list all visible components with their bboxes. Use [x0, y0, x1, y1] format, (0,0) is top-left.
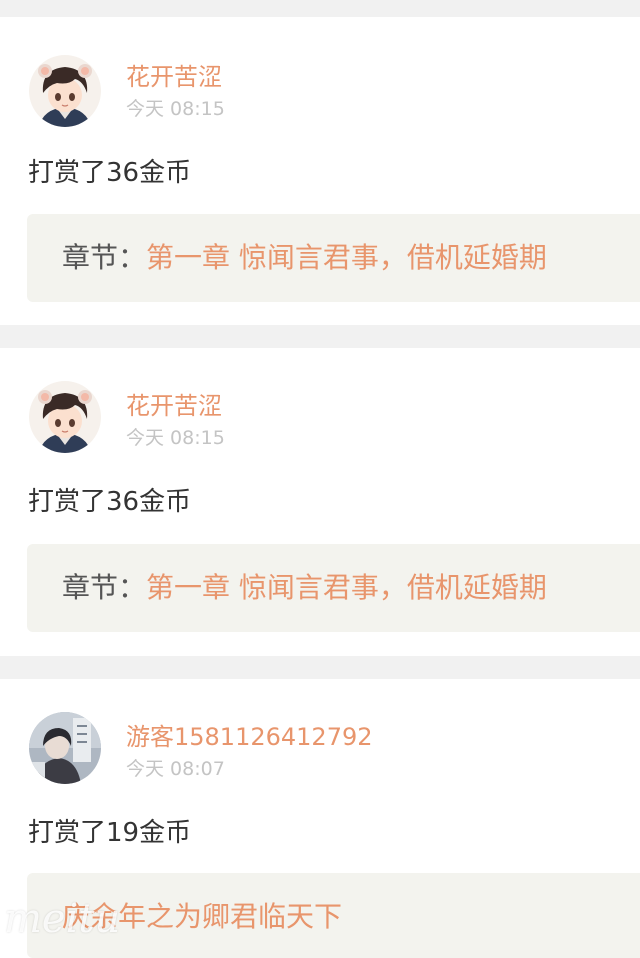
- chapter-title: 第一章 惊闻言君事，借机延婚期: [146, 241, 547, 274]
- guest-photo-avatar-icon: [29, 712, 101, 784]
- timestamp: 今天 08:07: [126, 758, 225, 780]
- user-avatar[interactable]: [29, 55, 101, 127]
- reward-card: 游客1581126412792 今天 08:07 打赏了19金币 庆余年之为卿君…: [0, 679, 640, 958]
- chapter-prefix: 章节：: [62, 241, 147, 274]
- reward-text: 打赏了36金币: [28, 487, 192, 517]
- chapter-prefix: 章节：: [62, 571, 147, 604]
- anime-boy-avatar-icon: [29, 381, 101, 453]
- reward-text: 打赏了36金币: [28, 158, 192, 188]
- chapter-title: 第一章 惊闻言君事，借机延婚期: [146, 571, 547, 604]
- reward-text: 打赏了19金币: [28, 818, 192, 848]
- username[interactable]: 花开苦涩: [126, 394, 222, 418]
- reward-card: 花开苦涩 今天 08:15 打赏了36金币 章节：第一章 惊闻言君事，借机延婚期: [0, 17, 640, 325]
- chapter-label: 庆余年之为卿君临天下: [62, 903, 342, 931]
- chapter-title: 庆余年之为卿君临天下: [62, 900, 343, 933]
- username[interactable]: 花开苦涩: [126, 65, 222, 89]
- username[interactable]: 游客1581126412792: [126, 725, 373, 749]
- timestamp: 今天 08:15: [126, 98, 225, 120]
- chapter-label: 章节：第一章 惊闻言君事，借机延婚期: [62, 574, 547, 602]
- timestamp: 今天 08:15: [126, 427, 225, 449]
- chapter-link[interactable]: 章节：第一章 惊闻言君事，借机延婚期: [27, 544, 640, 632]
- anime-boy-avatar-icon: [29, 55, 101, 127]
- user-avatar[interactable]: [29, 712, 101, 784]
- chapter-link[interactable]: 章节：第一章 惊闻言君事，借机延婚期: [27, 214, 640, 302]
- reward-feed: 花开苦涩 今天 08:15 打赏了36金币 章节：第一章 惊闻言君事，借机延婚期: [0, 0, 640, 958]
- chapter-label: 章节：第一章 惊闻言君事，借机延婚期: [62, 244, 547, 272]
- chapter-link[interactable]: 庆余年之为卿君临天下: [27, 873, 640, 958]
- user-avatar[interactable]: [29, 381, 101, 453]
- reward-card: 花开苦涩 今天 08:15 打赏了36金币 章节：第一章 惊闻言君事，借机延婚期: [0, 348, 640, 656]
